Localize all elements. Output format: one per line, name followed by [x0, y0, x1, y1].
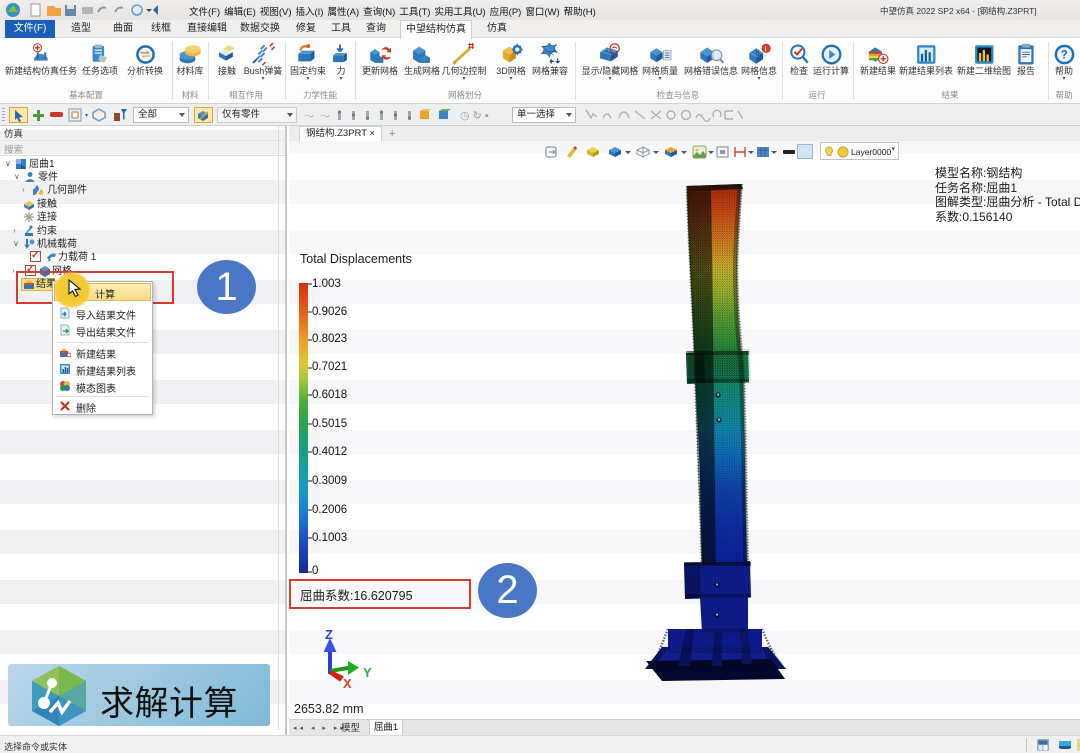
svg-text:?: ?: [1060, 50, 1067, 62]
svg-text:Z: Z: [325, 627, 333, 642]
svg-text:X: X: [343, 676, 352, 690]
svg-text:i: i: [764, 46, 766, 53]
svg-text:Y: Y: [363, 665, 372, 680]
